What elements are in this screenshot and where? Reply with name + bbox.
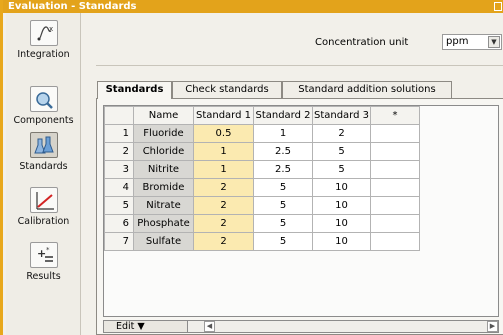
new-standard-cell[interactable] (370, 160, 420, 179)
standard-3-cell[interactable]: 2 (312, 124, 371, 143)
standard-1-cell[interactable]: 2 (193, 214, 254, 233)
standard-3-cell[interactable]: 10 (312, 196, 371, 215)
window-frame: Evaluation - Standards x Integration Com… (0, 0, 503, 335)
concentration-unit-select[interactable]: ppm ▼ (442, 34, 502, 50)
svg-text:+: + (37, 247, 46, 260)
horizontal-scrollbar[interactable]: Edit ▼ ◀ ▶ (103, 320, 499, 333)
new-standard-cell[interactable] (370, 178, 420, 197)
row-number: 5 (104, 196, 134, 215)
table-row: 4 Bromide 2 5 10 (104, 178, 420, 197)
standard-1-cell[interactable]: 2 (193, 232, 254, 251)
new-standard-header[interactable]: * (370, 106, 420, 125)
tab-check-standards[interactable]: Check standards (172, 81, 282, 98)
row-number-header (104, 106, 134, 125)
standard-1-cell[interactable]: 1 (193, 160, 254, 179)
row-number: 7 (104, 232, 134, 251)
table-row: 5 Nitrate 2 5 10 (104, 196, 420, 215)
standard-2-cell[interactable]: 5 (253, 196, 313, 215)
sidebar-item-label: Results (26, 271, 61, 282)
standard-2-cell[interactable]: 2.5 (253, 160, 313, 179)
standards-flask-icon (29, 132, 58, 158)
svg-text:x: x (49, 25, 53, 33)
scroll-left-icon[interactable]: ◀ (204, 321, 215, 332)
sidebar-item-integration[interactable]: x Integration (6, 20, 81, 60)
window-title: Evaluation - Standards (8, 1, 137, 12)
tab-label: Check standards (185, 84, 269, 95)
svg-text:*: * (46, 246, 50, 254)
name-cell[interactable]: Phosphate (133, 214, 194, 233)
standard-1-cell[interactable]: 0.5 (193, 124, 254, 143)
standard-2-header[interactable]: Standard 2 (253, 106, 313, 125)
sidebar-item-label: Calibration (17, 216, 70, 227)
name-cell[interactable]: Chloride (133, 142, 194, 161)
integration-icon: x (29, 20, 58, 46)
main-content: Concentration unit ppm ▼ Standards Check… (82, 13, 503, 335)
standard-1-cell[interactable]: 1 (193, 142, 254, 161)
name-cell[interactable]: Bromide (133, 178, 194, 197)
new-standard-cell[interactable] (370, 214, 420, 233)
name-cell[interactable]: Sulfate (133, 232, 194, 251)
new-standard-cell[interactable] (370, 142, 420, 161)
row-number: 3 (104, 160, 134, 179)
table-row: 2 Chloride 1 2.5 5 (104, 142, 420, 161)
standard-1-cell[interactable]: 2 (193, 178, 254, 197)
components-icon (29, 86, 58, 112)
close-window-button[interactable] (494, 2, 502, 11)
tab-standard-addition-solutions[interactable]: Standard addition solutions (282, 81, 452, 98)
standard-3-cell[interactable]: 10 (312, 232, 371, 251)
divider (96, 65, 503, 66)
sidebar-item-components[interactable]: Components (6, 86, 81, 126)
tab-label: Standards (105, 84, 164, 95)
table-header-row: Name Standard 1 Standard 2 Standard 3 * (104, 106, 420, 125)
name-header[interactable]: Name (133, 106, 194, 125)
standard-1-header[interactable]: Standard 1 (193, 106, 254, 125)
name-cell[interactable]: Nitrate (133, 196, 194, 215)
sidebar-item-label: Integration (17, 49, 70, 60)
standard-3-cell[interactable]: 5 (312, 160, 371, 179)
row-number: 1 (104, 124, 134, 143)
concentration-unit-label: Concentration unit (315, 37, 409, 48)
sidebar-item-label: Components (13, 115, 74, 126)
sidebar-item-results[interactable]: + * Results (6, 242, 81, 282)
standard-2-cell[interactable]: 5 (253, 178, 313, 197)
concentration-unit-value: ppm (446, 36, 469, 47)
table-row: 6 Phosphate 2 5 10 (104, 214, 420, 233)
tab-standards[interactable]: Standards (97, 81, 172, 99)
standard-1-cell[interactable]: 2 (193, 196, 254, 215)
standards-panel: Name Standard 1 Standard 2 Standard 3 * … (96, 98, 503, 335)
new-standard-cell[interactable] (370, 196, 420, 215)
name-cell[interactable]: Fluoride (133, 124, 194, 143)
new-standard-cell[interactable] (370, 124, 420, 143)
title-bar: Evaluation - Standards (3, 0, 503, 13)
row-number: 4 (104, 178, 134, 197)
table-row: 3 Nitrite 1 2.5 5 (104, 160, 420, 179)
standard-2-cell[interactable]: 1 (253, 124, 313, 143)
standard-3-cell[interactable]: 5 (312, 142, 371, 161)
table-row: 7 Sulfate 2 5 10 (104, 232, 420, 251)
standard-2-cell[interactable]: 2.5 (253, 142, 313, 161)
standard-2-cell[interactable]: 5 (253, 232, 313, 251)
name-cell[interactable]: Nitrite (133, 160, 194, 179)
sidebar-item-calibration[interactable]: Calibration (6, 187, 81, 227)
sidebar-item-label: Standards (19, 161, 68, 172)
scroll-right-icon[interactable]: ▶ (487, 321, 498, 332)
chevron-down-icon[interactable]: ▼ (488, 36, 500, 48)
row-number: 6 (104, 214, 134, 233)
edit-menu-button[interactable]: Edit ▼ (104, 321, 188, 332)
standards-table[interactable]: Name Standard 1 Standard 2 Standard 3 * … (103, 105, 499, 317)
calibration-chart-icon (29, 187, 58, 213)
standard-3-header[interactable]: Standard 3 (312, 106, 371, 125)
standard-2-cell[interactable]: 5 (253, 214, 313, 233)
tab-label: Standard addition solutions (298, 84, 436, 95)
row-number: 2 (104, 142, 134, 161)
new-standard-cell[interactable] (370, 232, 420, 251)
standard-3-cell[interactable]: 10 (312, 214, 371, 233)
results-icon: + * (29, 242, 58, 268)
table-row: 1 Fluoride 0.5 1 2 (104, 124, 420, 143)
standard-3-cell[interactable]: 10 (312, 178, 371, 197)
sidebar: x Integration Components Standards Calib… (6, 13, 81, 335)
sidebar-item-standards[interactable]: Standards (6, 132, 81, 172)
